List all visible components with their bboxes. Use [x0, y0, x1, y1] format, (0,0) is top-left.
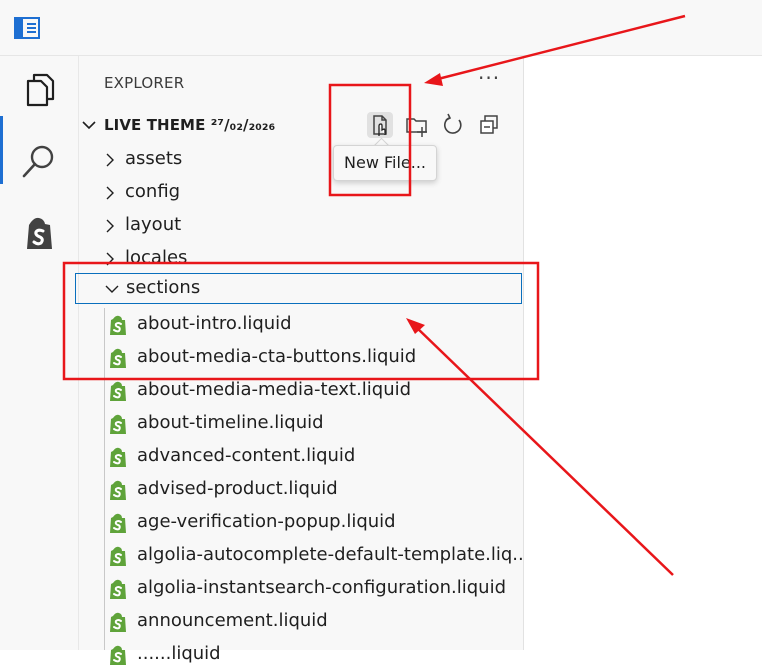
tree-folder-config[interactable]: config	[80, 177, 520, 207]
tree-file-row[interactable]: algolia-autocomplete-default-template.li…	[104, 540, 522, 570]
folder-label: config	[125, 181, 181, 202]
search-icon[interactable]	[19, 142, 59, 182]
chevron-right-icon	[106, 252, 114, 266]
new-file-icon	[373, 115, 387, 136]
file-label: age-verification-popup.liquid	[137, 511, 396, 532]
shopify-liquid-file-icon	[110, 381, 126, 401]
tree-file-row[interactable]: advanced-content.liquid	[104, 441, 522, 471]
tree-file-row[interactable]: about-media-media-text.liquid	[104, 375, 522, 405]
file-label: about-media-cta-buttons.liquid	[137, 346, 417, 367]
file-label: advanced-content.liquid	[137, 445, 356, 466]
title-bar	[0, 0, 762, 56]
file-label: about-intro.liquid	[137, 313, 292, 334]
chevron-right-icon	[106, 186, 114, 200]
shopify-liquid-file-icon	[110, 513, 126, 533]
new-folder-button[interactable]	[404, 112, 430, 138]
tree-file-row[interactable]: about-intro.liquid	[104, 309, 522, 339]
chevron-right-icon	[106, 219, 114, 233]
shopify-liquid-file-icon	[110, 414, 126, 434]
file-label: about-media-media-text.liquid	[137, 379, 412, 400]
shopify-liquid-file-icon	[110, 480, 126, 500]
shopify-liquid-file-icon	[110, 447, 126, 467]
chevron-right-icon	[106, 153, 114, 167]
active-view-indicator	[0, 116, 3, 184]
shopify-icon[interactable]	[19, 214, 59, 254]
shopify-liquid-file-icon	[110, 348, 126, 368]
collapse-all-icon	[480, 115, 498, 134]
new-file-button[interactable]	[367, 112, 393, 138]
shopify-liquid-file-icon	[110, 315, 126, 335]
root-folder-header[interactable]: LIVE THEME ²⁷/₀₂/₂₀₂₆	[80, 114, 380, 138]
sidebar-toggle-icon[interactable]	[14, 17, 40, 39]
file-label: advised-product.liquid	[137, 478, 338, 499]
tree-file-row[interactable]: ......liquid	[104, 639, 522, 669]
file-label: announcement.liquid	[137, 610, 328, 631]
root-folder-name: LIVE THEME ²⁷/₀₂/₂₀₂₆	[104, 116, 276, 134]
editor-area	[524, 56, 762, 650]
more-actions-button[interactable]: ···	[478, 66, 500, 90]
tree-folder-sections[interactable]: sections	[75, 273, 522, 304]
tree-file-row[interactable]: age-verification-popup.liquid	[104, 507, 522, 537]
explorer-title: EXPLORER	[104, 74, 185, 92]
shopify-liquid-file-icon	[110, 579, 126, 599]
shopify-liquid-file-icon	[110, 546, 126, 566]
tree-file-row[interactable]: about-media-cta-buttons.liquid	[104, 342, 522, 372]
tree-folder-locales[interactable]: locales	[80, 243, 520, 273]
file-label: ......liquid	[137, 643, 221, 664]
activity-bar	[0, 56, 79, 650]
refresh-button[interactable]	[440, 112, 466, 138]
folder-label: locales	[125, 247, 188, 268]
new-folder-icon	[406, 118, 427, 137]
collapse-all-button[interactable]	[476, 112, 502, 138]
chevron-down-icon	[82, 121, 96, 130]
folder-label: assets	[125, 148, 183, 169]
file-label: algolia-autocomplete-default-template.li…	[137, 544, 522, 565]
file-label: about-timeline.liquid	[137, 412, 324, 433]
folder-label: sections	[126, 277, 201, 298]
tree-folder-layout[interactable]: layout	[80, 210, 520, 240]
tree-file-row[interactable]: advised-product.liquid	[104, 474, 522, 504]
shopify-liquid-file-icon	[110, 645, 126, 665]
tree-folder-assets[interactable]: assets	[80, 144, 520, 174]
tree-file-row[interactable]: algolia-instantsearch-configuration.liqu…	[104, 573, 522, 603]
file-label: algolia-instantsearch-configuration.liqu…	[137, 577, 507, 598]
chevron-down-icon	[105, 285, 119, 293]
tree-file-row[interactable]: about-timeline.liquid	[104, 408, 522, 438]
refresh-icon	[444, 113, 462, 134]
tree-file-row[interactable]: announcement.liquid	[104, 606, 522, 636]
folder-label: layout	[125, 214, 182, 235]
shopify-liquid-file-icon	[110, 612, 126, 632]
explorer-files-icon[interactable]	[19, 70, 59, 110]
